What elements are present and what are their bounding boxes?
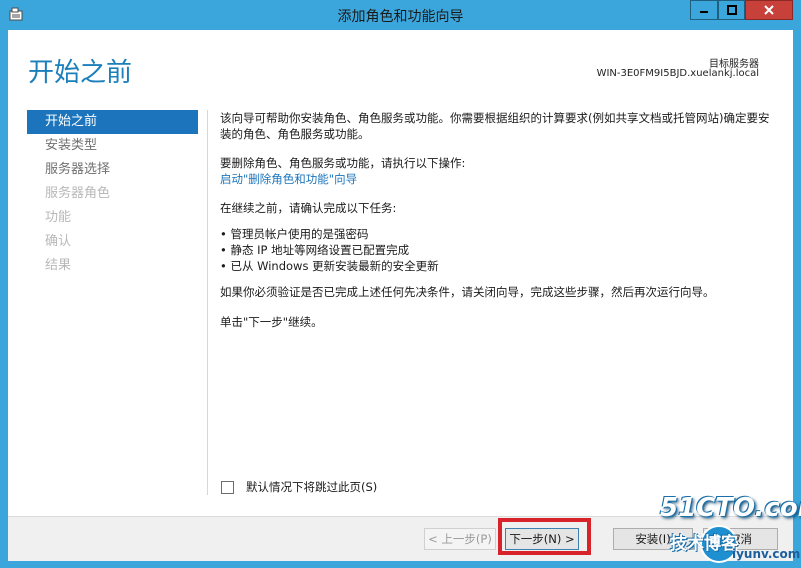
nav-item-before-you-begin[interactable]: 开始之前 — [27, 110, 198, 134]
target-server-host: WIN-3E0FM9I5BJD.xuelankj.local — [596, 68, 759, 79]
title-bar[interactable]: 添加角色和功能向导 — [0, 0, 801, 30]
previous-button: < 上一步(P) — [424, 528, 496, 550]
click-next-text: 单击"下一步"继续。 — [220, 315, 323, 329]
task-item: 已从 Windows 更新安装最新的安全更新 — [220, 258, 780, 274]
skip-page-option[interactable]: 默认情况下将跳过此页(S) — [221, 479, 377, 495]
skip-page-checkbox[interactable] — [221, 480, 234, 494]
close-icon — [764, 5, 774, 15]
task-item: 静态 IP 地址等网络设置已配置完成 — [220, 242, 780, 258]
verify-note: 如果你必须验证是否已完成上述任何先决条件，请关闭向导，完成这些步骤，然后再次运行… — [220, 285, 715, 299]
nav-item-server-selection[interactable]: 服务器选择 — [27, 158, 198, 182]
wizard-step-list: 开始之前 安装类型 服务器选择 服务器角色 功能 确认 结果 — [27, 110, 198, 278]
nav-item-confirmation: 确认 — [45, 234, 72, 249]
remove-roles-link[interactable]: 启动"删除角色和功能"向导 — [220, 171, 780, 187]
window-title: 添加角色和功能向导 — [337, 9, 464, 25]
nav-item-results: 结果 — [45, 258, 72, 273]
task-list: 管理员帐户使用的是强密码 静态 IP 地址等网络设置已配置完成 已从 Windo… — [220, 226, 780, 274]
close-button[interactable] — [745, 0, 793, 20]
maximize-button[interactable] — [718, 0, 745, 20]
watermark-site: 51CTO.com — [660, 493, 801, 523]
next-button-highlight — [498, 518, 591, 555]
intro-text: 该向导可帮助你安装角色、角色服务或功能。你需要根据组织的计算要求(例如共享文档或… — [220, 111, 770, 141]
nav-item-features: 功能 — [45, 210, 72, 225]
before-continue-text: 在继续之前，请确认完成以下任务: — [220, 201, 397, 215]
nav-item-server-roles: 服务器角色 — [45, 186, 111, 201]
nav-item-installation-type[interactable]: 安装类型 — [27, 134, 198, 158]
minimize-icon — [700, 11, 708, 13]
skip-page-label: 默认情况下将跳过此页(S) — [246, 480, 378, 494]
remove-prompt: 要删除角色、角色服务或功能，请执行以下操作: — [220, 156, 466, 170]
nav-divider — [207, 110, 208, 495]
minimize-button[interactable] — [690, 0, 718, 20]
wizard-content: 该向导可帮助你安装角色、角色服务或功能。你需要根据组织的计算要求(例如共享文档或… — [220, 110, 780, 330]
page-title: 开始之前 — [28, 58, 133, 88]
watermark-domain: iyunv.com — [732, 547, 801, 561]
watermark: 51CTO.com 技术博客 iyunv.com — [650, 463, 801, 568]
watermark-blog: 技术博客 — [670, 534, 738, 554]
maximize-icon — [726, 5, 737, 15]
task-item: 管理员帐户使用的是强密码 — [220, 226, 780, 242]
